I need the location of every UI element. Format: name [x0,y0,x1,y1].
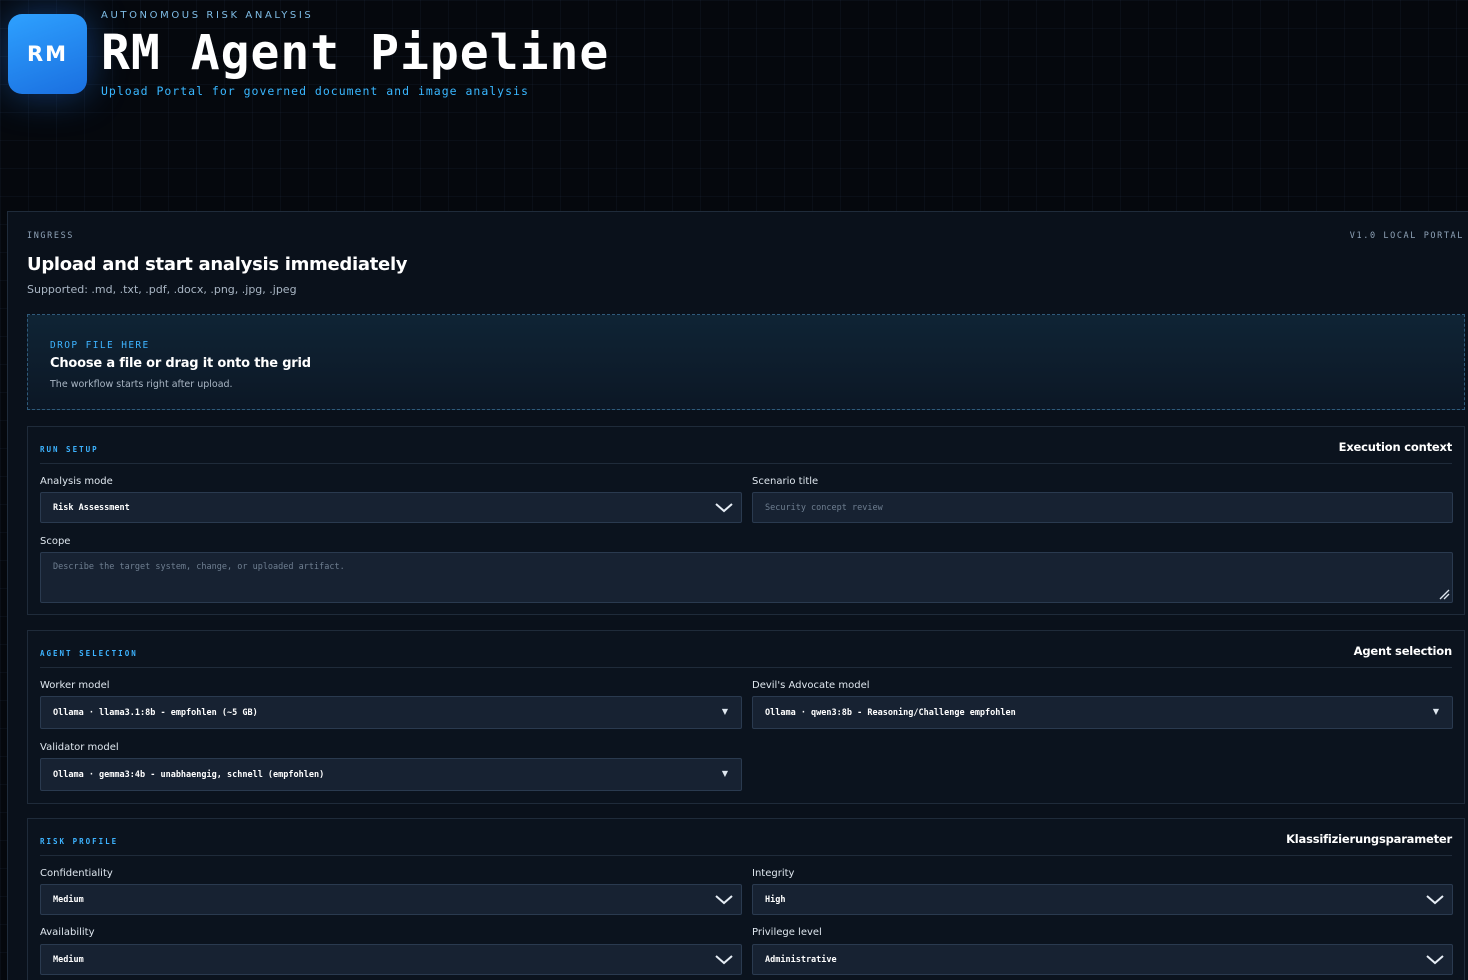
triangle-down-icon: ▼ [721,769,728,778]
panel-label: INGRESS [27,231,75,241]
app-header: RM AUTONOMOUS RISK ANALYSIS RM Agent Pip… [0,0,1468,200]
chevron-down-icon [1426,955,1444,965]
scope-label: Scope [40,536,71,547]
dropzone-hint: The workflow starts right after upload. [50,379,233,390]
privilege-level-label: Privilege level [752,927,822,938]
scenario-title-label: Scenario title [752,476,819,487]
scenario-title-input[interactable]: Security concept review [752,492,1453,523]
integrity-select[interactable]: High [752,884,1453,915]
analysis-mode-label: Analysis mode [40,476,113,487]
analysis-mode-select[interactable]: Risk Assessment [40,492,742,523]
section-label: RUN SETUP [40,445,99,454]
scope-textarea[interactable]: Describe the target system, change, or u… [40,552,1453,603]
dropzone-label: DROP FILE HERE [50,340,150,351]
ingress-panel: INGRESS V1.0 LOCAL PORTAL Upload and sta… [7,211,1468,980]
app-logo: RM [8,14,87,94]
dropzone-title: Choose a file or drag it onto the grid [50,356,311,371]
panel-heading: Upload and start analysis immediately [27,254,408,275]
section-divider [40,667,1452,668]
availability-value: Medium [53,954,84,965]
section-title: Agent selection [1353,644,1453,658]
logo-text: RM [26,42,69,66]
validator-model-value: Ollama · gemma3:4b - unabhaengig, schnel… [53,769,325,780]
section-divider [40,463,1452,464]
privilege-level-value: Administrative [765,954,837,965]
validator-model-label: Validator model [40,742,119,753]
triangle-down-icon: ▼ [1432,707,1439,716]
version-badge: V1.0 LOCAL PORTAL [1349,231,1464,241]
devils-advocate-model-label: Devil's Advocate model [752,680,870,691]
app-eyebrow: AUTONOMOUS RISK ANALYSIS [101,10,314,21]
run-setup-section: RUN SETUP Execution context Analysis mod… [27,426,1465,615]
chevron-down-icon [715,955,733,965]
integrity-value: High [765,894,786,905]
triangle-down-icon: ▼ [721,707,728,716]
risk-profile-section: RISK PROFILE Klassifizierungsparameter C… [27,818,1465,980]
confidentiality-select[interactable]: Medium [40,884,742,915]
scope-placeholder: Describe the target system, change, or u… [53,562,345,572]
worker-model-label: Worker model [40,680,110,691]
section-title: Klassifizierungsparameter [1286,832,1452,846]
section-divider [40,855,1452,856]
worker-model-select[interactable]: Ollama · llama3.1:8b - empfohlen (~5 GB)… [40,696,742,729]
chevron-down-icon [715,895,733,905]
confidentiality-value: Medium [53,894,84,905]
agent-selection-section: AGENT SELECTION Agent selection Worker m… [27,630,1465,804]
page-subtitle: Upload Portal for governed document and … [101,84,529,98]
chevron-down-icon [1426,895,1444,905]
chevron-down-icon [715,503,733,513]
availability-label: Availability [40,927,95,938]
section-label: RISK PROFILE [40,837,119,846]
devils-advocate-model-value: Ollama · qwen3:8b - Reasoning/Challenge … [765,707,1016,718]
page-title: RM Agent Pipeline [101,25,610,81]
scenario-title-placeholder: Security concept review [765,502,883,513]
availability-select[interactable]: Medium [40,944,742,975]
section-label: AGENT SELECTION [40,649,138,658]
privilege-level-select[interactable]: Administrative [752,944,1453,975]
file-dropzone[interactable]: DROP FILE HERE Choose a file or drag it … [27,314,1465,410]
analysis-mode-value: Risk Assessment [53,502,130,513]
supported-formats: Supported: .md, .txt, .pdf, .docx, .png,… [27,283,297,296]
worker-model-value: Ollama · llama3.1:8b - empfohlen (~5 GB) [53,707,258,718]
section-title: Execution context [1338,440,1453,454]
confidentiality-label: Confidentiality [40,868,113,879]
integrity-label: Integrity [752,868,795,879]
validator-model-select[interactable]: Ollama · gemma3:4b - unabhaengig, schnel… [40,758,742,791]
devils-advocate-model-select[interactable]: Ollama · qwen3:8b - Reasoning/Challenge … [752,696,1453,729]
resize-grip-icon[interactable] [1438,588,1450,600]
